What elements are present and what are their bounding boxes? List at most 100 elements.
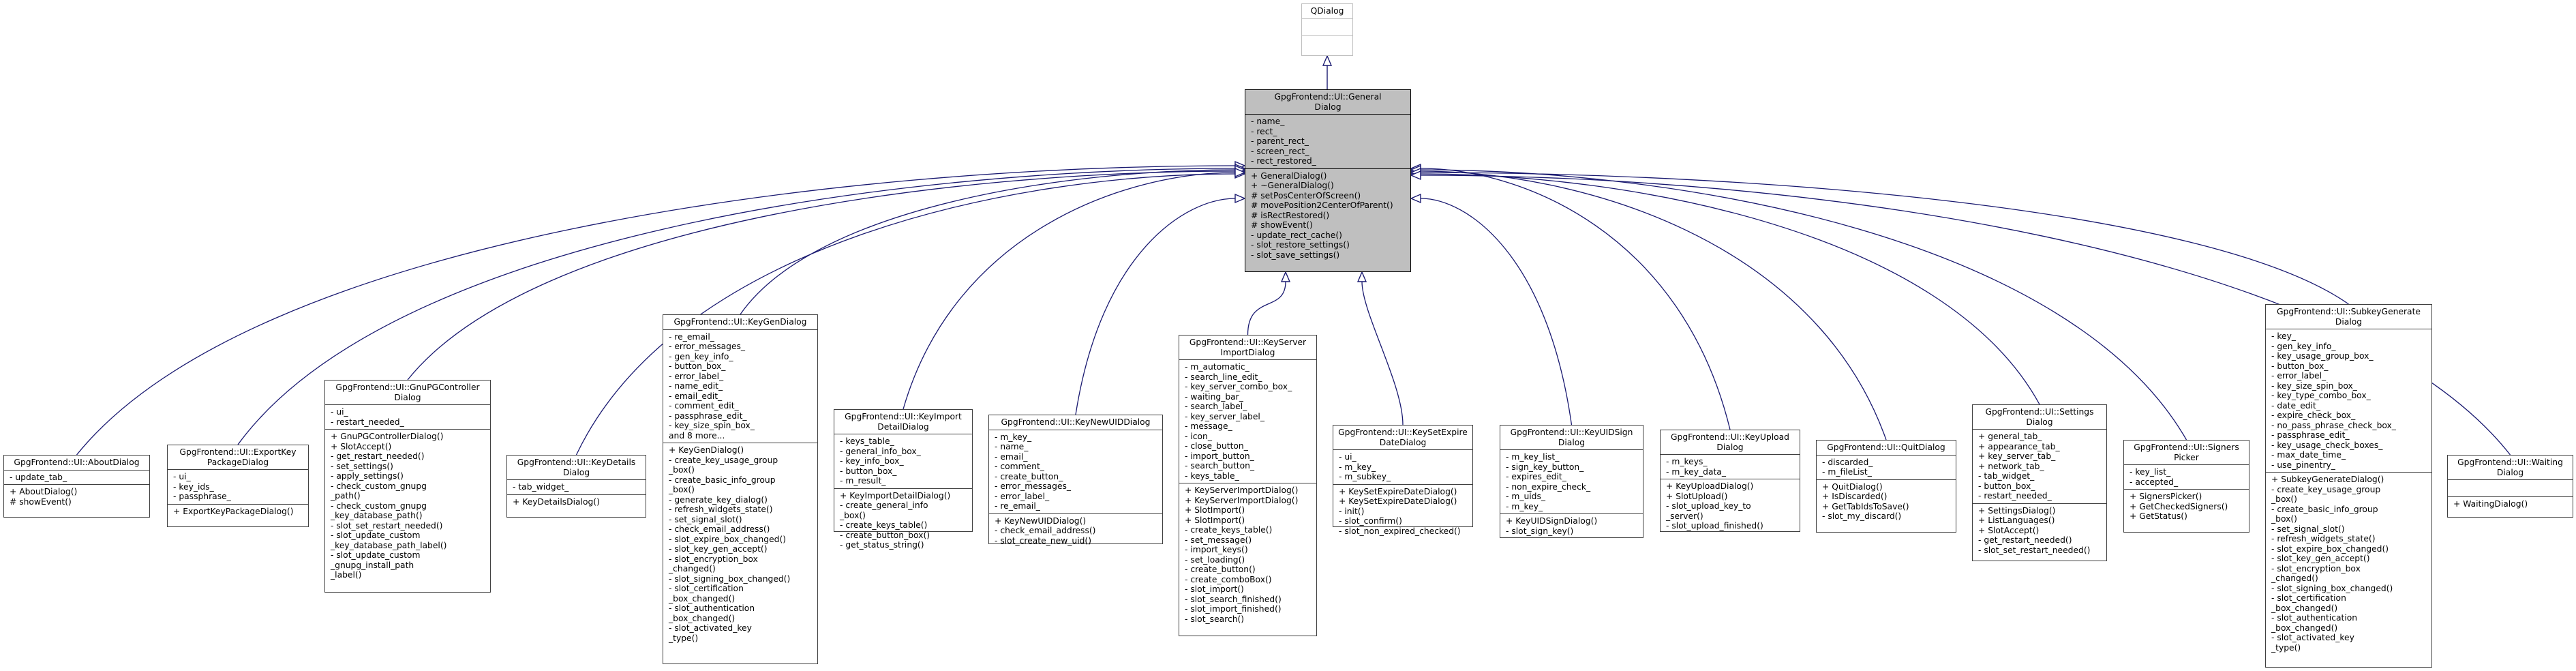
edge-key-server-import-dialog-to-general-dialog	[1247, 281, 1286, 336]
class-attribute: - email_edit_	[669, 391, 723, 401]
class-title: GpgFrontend::UI::KeyNewUIDDialog	[989, 415, 1162, 430]
class-operations: + ExportKeyPackageDialog()	[168, 505, 308, 519]
class-attribute: - passphrase_edit_	[2271, 430, 2350, 440]
class-attribute: + general_tab_	[1978, 432, 2042, 441]
class-title: GpgFrontend::UI::KeyServer ImportDialog	[1179, 336, 1316, 360]
class-attribute: - m_key_	[1339, 462, 1376, 472]
class-attribute: - keys_table_	[840, 436, 894, 446]
class-attribute: - key_server_label_	[1185, 411, 1264, 421]
class-title: GpgFrontend::UI::KeyUIDSign Dialog	[1500, 426, 1643, 450]
class-attribute: - accepted_	[2130, 477, 2179, 487]
class-attributes: - name_ - rect_ - parent_rect_ - screen_rec…	[1245, 115, 1410, 169]
class-attribute: - re_email_	[669, 331, 714, 342]
class-operation: _label()	[331, 570, 362, 580]
class-attribute: - tab_widget_	[513, 482, 569, 492]
class-box-subkey-generate-dialog[interactable]: GpgFrontend::UI::SubkeyGenerate Dialog -…	[2265, 304, 2432, 668]
class-operation: - slot_search_finished()	[1185, 594, 1282, 604]
class-attribute: - keys_table_	[1185, 471, 1239, 481]
class-attributes: - key_list_ - accepted_	[2124, 465, 2249, 490]
class-operation: - check_email_address()	[995, 526, 1096, 535]
class-operation: + ListLanguages()	[1978, 516, 2055, 525]
class-attribute: - create_button_	[995, 471, 1063, 481]
class-operation: - slot_update_custom	[331, 550, 421, 560]
class-box-key-uid-sign-dialog[interactable]: GpgFrontend::UI::KeyUIDSign Dialog - m_k…	[1500, 425, 1643, 538]
class-operation: + GnuPGControllerDialog()	[331, 432, 444, 441]
class-attribute: - screen_rect_	[1251, 146, 1309, 156]
class-box-about-dialog[interactable]: GpgFrontend::UI::AboutDialog - update_ta…	[3, 455, 150, 518]
class-attributes: - ui_ - m_key_ - m_subkey_	[1333, 450, 1472, 485]
class-operations: + GnuPGControllerDialog() + SlotAccept() -…	[325, 430, 490, 582]
class-operation: - slot_expire_box_changed()	[669, 534, 787, 544]
class-box-signers-picker[interactable]: GpgFrontend::UI::Signers Picker - key_li…	[2123, 440, 2249, 533]
class-operation: _gnupg_install_path	[331, 560, 414, 570]
class-attribute: - m_keys_	[1666, 457, 1708, 466]
class-operation: - slot_confirm()	[1339, 516, 1402, 526]
class-operation: _box_changed()	[2271, 603, 2338, 613]
class-operation: # movePosition2CenterOfParent()	[1251, 200, 1393, 210]
class-operation: + GetCheckedSigners()	[2130, 501, 2228, 511]
class-operation: + AboutDialog()	[10, 487, 78, 496]
edge-about-dialog-to-general-dialog	[76, 165, 1236, 456]
class-attribute: - m_key_list_	[1506, 452, 1560, 462]
class-operation: - get_restart_needed()	[331, 451, 425, 461]
class-attribute: - update_tab_	[10, 472, 67, 482]
class-operation: + KeyUploadDialog()	[1666, 481, 1754, 491]
class-box-key-upload-dialog[interactable]: GpgFrontend::UI::KeyUpload Dialog - m_ke…	[1660, 430, 1800, 532]
class-attribute: - max_date_time_	[2271, 450, 2346, 460]
class-operation: - create_button()	[1185, 565, 1256, 574]
class-box-key-gen-dialog[interactable]: GpgFrontend::UI::KeyGenDialog - re_email…	[663, 314, 818, 664]
class-operation: - slot_expire_box_changed()	[2271, 543, 2389, 554]
class-box-key-server-import-dialog[interactable]: GpgFrontend::UI::KeyServer ImportDialog …	[1179, 335, 1317, 636]
class-attribute: - rect_	[1251, 126, 1277, 136]
class-attribute: - m_automatic_	[1185, 362, 1249, 372]
class-operation: - create_button_box()	[840, 530, 930, 540]
class-operation: # isRectRestored()	[1251, 210, 1330, 220]
class-box-qdialog[interactable]: QDialog	[1301, 3, 1353, 56]
class-box-quit-dialog[interactable]: GpgFrontend::UI::QuitDialog - discarded_…	[1816, 440, 1956, 533]
class-attributes	[1302, 19, 1352, 36]
class-attribute: - icon_	[1185, 431, 1212, 441]
class-title: GpgFrontend::UI::Signers Picker	[2124, 441, 2249, 465]
arrowhead-key-server-import-dialog	[1280, 271, 1291, 282]
class-box-key-details-dialog[interactable]: GpgFrontend::UI::KeyDetails Dialog - tab…	[506, 455, 646, 518]
class-attribute: - key_	[2271, 331, 2297, 341]
class-operations: + KeyUploadDialog() + SlotUpload() - slot_…	[1661, 479, 1800, 533]
class-operations	[1302, 36, 1352, 53]
arrowhead-qdialog	[1322, 55, 1333, 66]
class-title: GpgFrontend::UI::Settings Dialog	[1973, 405, 2106, 430]
class-operation: _key_database_path_label()	[331, 540, 447, 550]
class-operation: + KeySetExpireDateDialog()	[1339, 486, 1457, 496]
class-operation: - slot_authentication	[669, 603, 755, 613]
class-attribute: - date_edit_	[2271, 400, 2320, 411]
class-box-key-import-detail-dialog[interactable]: GpgFrontend::UI::KeyImport DetailDialog …	[834, 409, 973, 550]
class-operation: _box()	[840, 510, 866, 520]
class-operation: - slot_key_gen_accept()	[669, 544, 768, 554]
class-box-key-new-uid-dialog[interactable]: GpgFrontend::UI::KeyNewUIDDialog - m_key…	[988, 415, 1163, 546]
class-box-settings-dialog[interactable]: GpgFrontend::UI::Settings Dialog + gener…	[1972, 404, 2107, 561]
class-box-export-key-package-dialog[interactable]: GpgFrontend::UI::ExportKey PackageDialog…	[167, 445, 309, 527]
class-operation: + IsDiscarded()	[1822, 492, 1888, 501]
class-attribute: - key_size_spin_box_	[2271, 381, 2357, 391]
class-operation: - slot_certification	[2271, 593, 2346, 603]
class-box-key-set-expire-date-dialog[interactable]: GpgFrontend::UI::KeySetExpire DateDialog…	[1333, 425, 1473, 536]
class-box-waiting-dialog[interactable]: GpgFrontend::UI::Waiting Dialog + Waitin…	[2447, 455, 2573, 518]
class-attribute: - parent_rect_	[1251, 136, 1309, 146]
class-operation: + KeyNewUIDDialog()	[995, 516, 1087, 526]
class-attribute: - key_type_combo_box_	[2271, 391, 2371, 400]
class-operation: + SlotImport()	[1185, 515, 1245, 525]
class-operations: + QuitDialog() + IsDiscarded() + GetTabIds…	[1817, 480, 1956, 524]
class-box-general-dialog[interactable]: GpgFrontend::UI::General Dialog - name_ -…	[1245, 89, 1411, 272]
class-attribute: - rect_restored_	[1251, 156, 1316, 166]
class-operation: - create_keys_table()	[840, 520, 928, 530]
class-attribute: - expires_edit_	[1506, 472, 1566, 481]
edge-settings-dialog-to-general-dialog	[1420, 173, 2040, 405]
class-title: GpgFrontend::UI::KeyGenDialog	[663, 315, 817, 330]
class-box-gnupg-controller-dialog[interactable]: GpgFrontend::UI::GnuPGController Dialog …	[324, 380, 491, 593]
class-operation: - slot_non_expired_checked()	[1339, 526, 1461, 536]
arrowhead-key-uid-sign-dialog	[1410, 193, 1421, 204]
edge-key-set-expire-date-dialog-to-general-dialog	[1361, 281, 1404, 426]
class-operation: + KeyUIDSignDialog()	[1506, 516, 1598, 526]
class-operation: - check_custom_gnupg	[331, 481, 427, 491]
class-attribute: - general_info_box_	[840, 446, 921, 456]
class-operation: _box_changed()	[669, 593, 736, 603]
